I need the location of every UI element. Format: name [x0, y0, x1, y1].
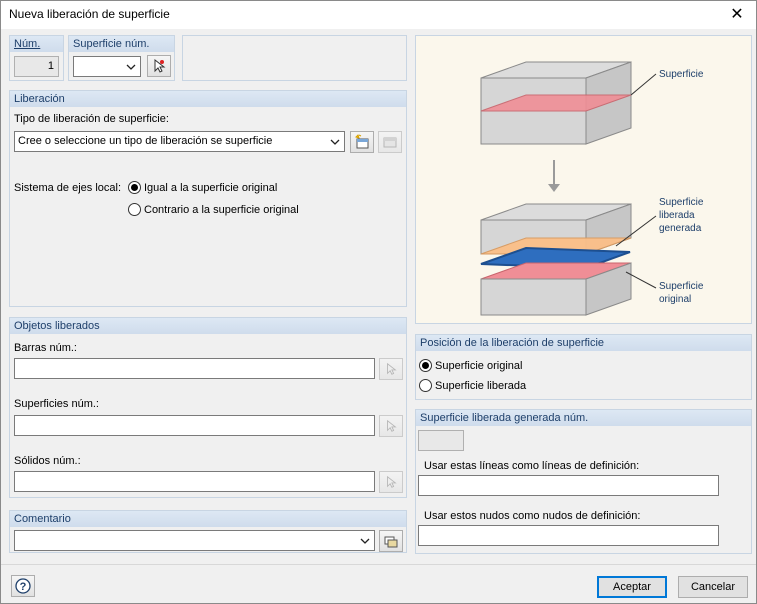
window-title: Nueva liberación de superficie — [9, 7, 170, 21]
num-label: Núm. — [10, 36, 63, 52]
num-field: 1 — [14, 56, 59, 77]
release-type-label: Tipo de liberación de superficie: — [14, 113, 169, 125]
surface-num-select[interactable] — [73, 56, 141, 77]
position-option-released-label: Superficie liberada — [435, 379, 527, 392]
radio-unselected-icon — [128, 203, 141, 216]
svg-text:?: ? — [20, 581, 27, 593]
surfaces-label: Superficies núm.: — [14, 398, 99, 410]
blank-panel — [182, 35, 407, 81]
generated-num-field — [418, 430, 464, 451]
surface-callout: Superficie — [659, 69, 704, 80]
definition-nodes-label: Usar estos nudos como nudos de definició… — [424, 510, 641, 522]
comment-library-button[interactable] — [379, 530, 403, 552]
surface-num-label: Superficie núm. — [69, 36, 174, 52]
ok-button[interactable]: Aceptar — [597, 576, 667, 598]
comment-select[interactable] — [14, 530, 375, 551]
edit-release-type-button[interactable] — [378, 131, 402, 153]
generated-callout-1: Superficie — [659, 197, 704, 208]
liberacion-header: Liberación — [10, 91, 406, 107]
radio-selected-icon — [128, 181, 141, 194]
release-diagram-svg: Superficie Superficie liberada generada … — [480, 61, 704, 316]
pick-cursor-icon — [387, 362, 397, 375]
pick-cursor-icon — [154, 58, 166, 73]
comment-library-icon — [384, 536, 398, 548]
comentario-header: Comentario — [10, 511, 406, 527]
axes-option-same-label: Igual a la superficie original — [144, 181, 278, 194]
chevron-down-icon — [360, 538, 370, 544]
radio-unselected-icon — [419, 379, 432, 392]
footer-divider — [1, 564, 756, 565]
definition-lines-label: Usar estas líneas como líneas de definic… — [424, 460, 640, 472]
pick-cursor-icon — [387, 475, 397, 488]
comentario-group: Comentario — [9, 510, 407, 553]
help-icon: ? — [15, 578, 31, 594]
dialog-window: Nueva liberación de superficie ✕ Núm. 1 … — [0, 0, 757, 604]
radio-selected-icon — [419, 359, 432, 372]
title-bar: Nueva liberación de superficie ✕ — [1, 1, 756, 29]
position-option-original[interactable]: Superficie original — [419, 359, 522, 372]
surface-num-group: Superficie núm. — [68, 35, 175, 81]
new-release-type-button[interactable] — [350, 131, 374, 153]
release-diagram: Superficie Superficie liberada generada … — [415, 35, 752, 324]
pick-cursor-icon — [387, 419, 397, 432]
generada-header: Superficie liberada generada núm. — [416, 410, 751, 426]
pick-bars-button[interactable] — [379, 358, 403, 380]
new-item-icon — [355, 134, 369, 149]
axes-option-opposite-label: Contrario a la superficie original — [144, 203, 299, 216]
chevron-down-icon — [330, 139, 340, 145]
pick-surface-button[interactable] — [147, 55, 171, 77]
release-type-value: Cree o seleccione un tipo de liberación … — [18, 135, 273, 147]
surfaces-input[interactable] — [14, 415, 375, 436]
original-callout-1: Superficie — [659, 281, 704, 292]
pick-surfaces-button[interactable] — [379, 415, 403, 437]
position-option-original-label: Superficie original — [435, 359, 523, 372]
posicion-group: Posición de la liberación de superficie … — [415, 334, 752, 400]
liberacion-group: Liberación Tipo de liberación de superfi… — [9, 90, 407, 307]
generated-callout-2: liberada — [659, 210, 695, 221]
position-option-released[interactable]: Superficie liberada — [419, 379, 526, 392]
solids-input[interactable] — [14, 471, 375, 492]
axes-option-opposite[interactable]: Contrario a la superficie original — [128, 203, 299, 216]
definition-lines-input[interactable] — [418, 475, 719, 496]
axes-label: Sistema de ejes local: — [14, 182, 121, 194]
solids-label: Sólidos núm.: — [14, 455, 81, 467]
help-button[interactable]: ? — [11, 575, 35, 597]
generated-callout-3: generada — [659, 223, 702, 234]
chevron-down-icon — [126, 64, 136, 70]
edit-icon — [383, 137, 397, 148]
objetos-group: Objetos liberados Barras núm.: Superfici… — [9, 317, 407, 498]
num-group: Núm. 1 — [9, 35, 64, 81]
pick-solids-button[interactable] — [379, 471, 403, 493]
release-type-select[interactable]: Cree o seleccione un tipo de liberación … — [14, 131, 345, 152]
axes-option-same[interactable]: Igual a la superficie original — [128, 181, 277, 194]
objetos-header: Objetos liberados — [10, 318, 406, 334]
definition-nodes-input[interactable] — [418, 525, 719, 546]
generada-group: Superficie liberada generada núm. Usar e… — [415, 409, 752, 554]
original-callout-2: original — [659, 294, 691, 305]
bars-label: Barras núm.: — [14, 342, 77, 354]
close-icon[interactable]: ✕ — [724, 3, 750, 25]
bars-input[interactable] — [14, 358, 375, 379]
cancel-button[interactable]: Cancelar — [678, 576, 748, 598]
posicion-header: Posición de la liberación de superficie — [416, 335, 751, 351]
